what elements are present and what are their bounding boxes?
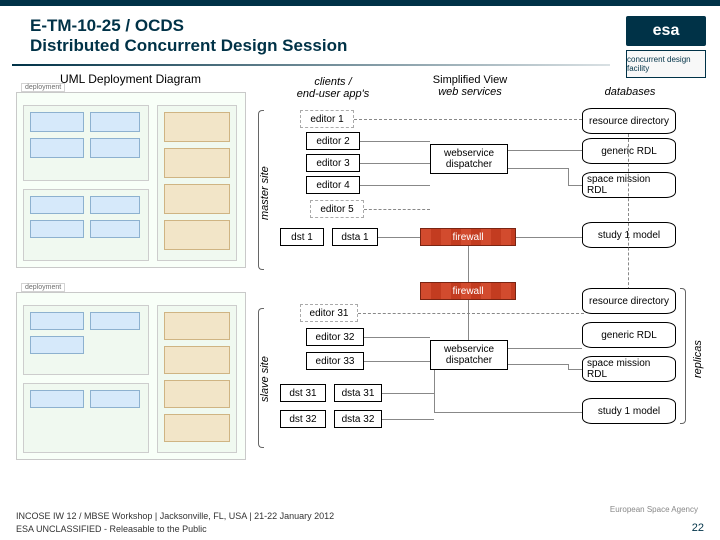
db-cylinder: resource directory xyxy=(582,288,676,314)
label-replicas: replicas xyxy=(692,340,704,378)
slide-footer: INCOSE IW 12 / MBSE Workshop | Jacksonvi… xyxy=(16,511,700,534)
editor-box: editor 31 xyxy=(300,304,358,322)
firewall: firewall xyxy=(420,282,516,300)
firewall: firewall xyxy=(420,228,516,246)
editor-box: editor 2 xyxy=(306,132,360,150)
db-cylinder: space mission RDL xyxy=(582,172,676,198)
label-slave-site: slave site xyxy=(259,356,271,402)
agency-tag: European Space Agency xyxy=(610,505,698,514)
db-cylinder: resource directory xyxy=(582,108,676,134)
header-rule xyxy=(12,64,610,66)
slide-header: E-TM-10-25 / OCDS Distributed Concurrent… xyxy=(0,0,720,70)
dsta-box: dsta 32 xyxy=(334,410,382,428)
editor-box: editor 32 xyxy=(306,328,364,346)
title-line-1: E-TM-10-25 / OCDS xyxy=(30,16,184,35)
editor-box: editor 5 xyxy=(310,200,364,218)
editor-box: editor 1 xyxy=(300,110,354,128)
col-simplified: Simplified View web services xyxy=(420,74,520,98)
editor-box: editor 33 xyxy=(306,352,364,370)
dsta-box: dsta 31 xyxy=(334,384,382,402)
uml-panel-master-hdr: deployment xyxy=(21,83,65,92)
brace-replicas xyxy=(680,288,686,424)
db-cylinder: study 1 model xyxy=(582,222,676,248)
col-simplified-line1: Simplified View xyxy=(433,74,507,86)
dispatcher-text: webservice dispatcher xyxy=(444,344,494,366)
col-clients: clients / end-user app's xyxy=(288,76,378,100)
dst-box: dst 1 xyxy=(280,228,324,246)
dispatcher-box: webservice dispatcher xyxy=(430,144,508,174)
uml-panel-slave: deployment xyxy=(16,292,246,460)
dsta-box: dsta 1 xyxy=(332,228,378,246)
footer-line1: INCOSE IW 12 / MBSE Workshop | Jacksonvi… xyxy=(16,511,700,521)
col-simplified-line2: web services xyxy=(438,86,502,98)
dst-box: dst 32 xyxy=(280,410,326,428)
col-clients-line2: end-user app's xyxy=(297,88,369,100)
editor-box: editor 4 xyxy=(306,176,360,194)
editor-box: editor 3 xyxy=(306,154,360,172)
page-number: 22 xyxy=(692,522,704,534)
col-clients-line1: clients / xyxy=(314,76,351,88)
title-line-2: Distributed Concurrent Design Session xyxy=(30,36,347,55)
db-cylinder: generic RDL xyxy=(582,322,676,348)
db-cylinder: generic RDL xyxy=(582,138,676,164)
footer-line2: ESA UNCLASSIFIED - Releasable to the Pub… xyxy=(16,524,700,534)
uml-panel-slave-hdr: deployment xyxy=(21,283,65,292)
col-databases: databases xyxy=(590,86,670,98)
uml-caption: UML Deployment Diagram xyxy=(60,72,201,86)
page-title: E-TM-10-25 / OCDS Distributed Concurrent… xyxy=(30,16,460,57)
db-cylinder: study 1 model xyxy=(582,398,676,424)
dispatcher-box: webservice dispatcher xyxy=(430,340,508,370)
dispatcher-text: webservice dispatcher xyxy=(444,148,494,170)
uml-panel-master: deployment xyxy=(16,92,246,268)
diagram-stage: UML Deployment Diagram clients / end-use… xyxy=(0,72,720,492)
dst-box: dst 31 xyxy=(280,384,326,402)
esa-logo: esa xyxy=(626,16,706,46)
label-master-site: master site xyxy=(259,166,271,220)
db-cylinder: space mission RDL xyxy=(582,356,676,382)
